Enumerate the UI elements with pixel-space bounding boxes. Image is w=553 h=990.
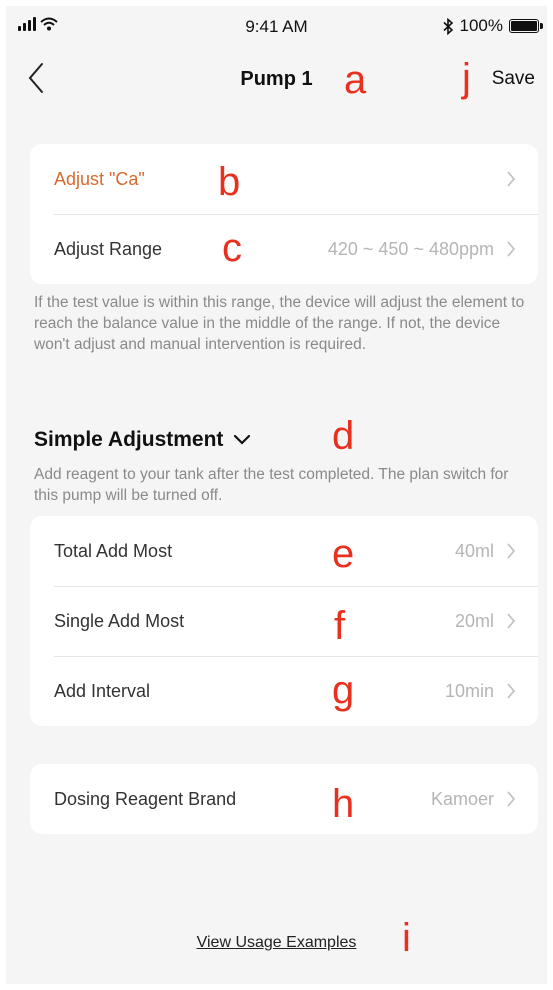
single-add-most-value: 20ml bbox=[454, 610, 494, 631]
marker-h: h bbox=[332, 782, 355, 826]
dosing-reagent-brand-label: Dosing Reagent Brand bbox=[54, 788, 237, 809]
battery-percent: 100% bbox=[459, 16, 503, 35]
marker-j: j bbox=[462, 56, 471, 100]
status-right: 100% bbox=[442, 16, 543, 36]
chevron-right-icon bbox=[507, 171, 516, 187]
save-button[interactable]: Save bbox=[492, 68, 535, 90]
battery-icon bbox=[509, 19, 543, 33]
marker-d: d bbox=[332, 414, 355, 458]
status-bar: 9:41 AM 100% bbox=[6, 6, 547, 46]
bluetooth-icon bbox=[442, 17, 453, 35]
single-add-most-label: Single Add Most bbox=[54, 610, 185, 631]
add-interval-row[interactable]: Add Interval 10min bbox=[30, 656, 538, 726]
section-title: Simple Adjustment bbox=[34, 428, 224, 451]
adjust-range-value: 420 ~ 450 ~ 480ppm bbox=[327, 238, 494, 259]
total-add-most-label: Total Add Most bbox=[54, 540, 173, 561]
chevron-right-icon bbox=[507, 613, 516, 629]
adjust-range-row[interactable]: Adjust Range 420 ~ 450 ~ 480ppm bbox=[30, 214, 538, 284]
chevron-down-icon bbox=[234, 434, 251, 445]
range-description: If the test value is within this range, … bbox=[34, 294, 525, 353]
marker-c: c bbox=[222, 226, 242, 270]
single-add-most-row[interactable]: Single Add Most 20ml bbox=[30, 586, 538, 656]
adjust-element-label: Adjust "Ca" bbox=[54, 168, 145, 189]
brand-card: Dosing Reagent Brand Kamoer bbox=[30, 764, 538, 834]
add-interval-value: 10min bbox=[444, 680, 494, 701]
simple-adjustment-toggle[interactable]: Simple Adjustment bbox=[34, 428, 251, 452]
chevron-right-icon bbox=[507, 683, 516, 699]
chevron-right-icon bbox=[507, 543, 516, 559]
adjust-range-label: Adjust Range bbox=[54, 238, 163, 259]
total-add-most-value: 40ml bbox=[454, 540, 494, 561]
footer: View Usage Examples bbox=[6, 934, 547, 952]
marker-f: f bbox=[334, 604, 346, 648]
total-add-most-row[interactable]: Total Add Most 40ml bbox=[30, 516, 538, 586]
marker-g: g bbox=[332, 668, 355, 712]
add-interval-label: Add Interval bbox=[54, 680, 151, 701]
view-usage-examples-link[interactable]: View Usage Examples bbox=[197, 934, 357, 951]
simple-adjustment-card: Total Add Most 40ml Single Add Most 20ml… bbox=[30, 516, 538, 726]
dosing-reagent-brand-value: Kamoer bbox=[430, 788, 494, 809]
marker-e: e bbox=[332, 532, 355, 576]
simple-adjustment-note: Add reagent to your tank after the test … bbox=[34, 466, 509, 504]
marker-a: a bbox=[344, 58, 367, 102]
screen: 9:41 AM 100% Pump 1 Save a j Adjust "Ca"… bbox=[6, 6, 547, 984]
adjust-card: Adjust "Ca" Adjust Range 420 ~ 450 ~ 480… bbox=[30, 144, 538, 284]
chevron-right-icon bbox=[507, 791, 516, 807]
marker-i: i bbox=[402, 916, 411, 960]
chevron-right-icon bbox=[507, 241, 516, 257]
marker-b: b bbox=[218, 160, 241, 204]
adjust-element-row[interactable]: Adjust "Ca" bbox=[30, 144, 538, 214]
dosing-reagent-brand-row[interactable]: Dosing Reagent Brand Kamoer bbox=[30, 764, 538, 834]
